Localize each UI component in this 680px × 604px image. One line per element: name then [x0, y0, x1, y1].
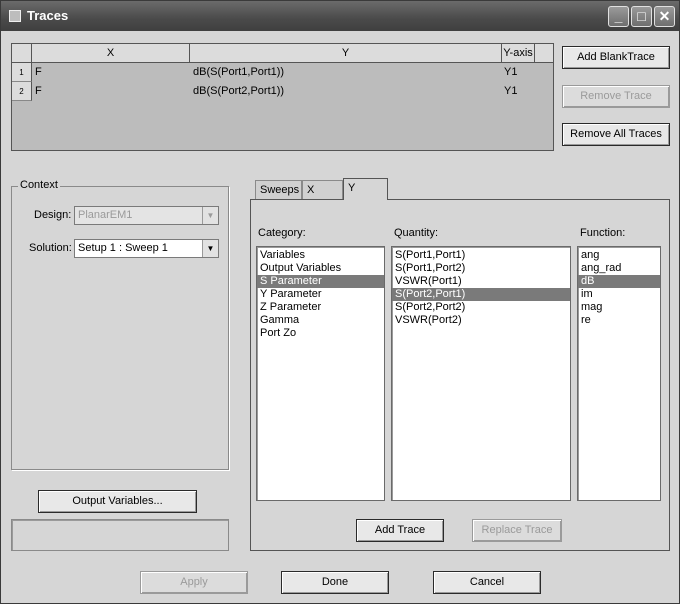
category-label: Category: — [258, 227, 306, 239]
context-group — [11, 186, 229, 470]
row-1-x-cell[interactable]: F — [35, 63, 42, 82]
list-item[interactable]: ang_rad — [578, 262, 660, 275]
status-box — [11, 519, 229, 551]
done-button[interactable]: Done — [281, 571, 389, 594]
tab-x[interactable]: X — [302, 180, 343, 200]
quantity-label: Quantity: — [394, 227, 439, 239]
add-trace-button[interactable]: Add Trace — [356, 519, 444, 542]
list-item[interactable]: ang — [578, 249, 660, 262]
list-item[interactable]: S(Port1,Port2) — [392, 262, 570, 275]
list-item[interactable]: im — [578, 288, 660, 301]
row-2-axis-cell[interactable]: Y1 — [504, 82, 517, 101]
traces-grid[interactable]: X Y Y-axis 1 F dB(S(Port1,Port1)) Y1 2 F… — [11, 43, 554, 151]
window-title: Traces — [27, 8, 69, 23]
design-label: Design: — [34, 209, 72, 221]
list-item[interactable]: VSWR(Port1) — [392, 275, 570, 288]
context-label: Context — [18, 179, 60, 191]
replace-trace-button[interactable]: Replace Trace — [472, 519, 562, 542]
function-list[interactable]: ang ang_rad dB im mag re — [577, 246, 661, 501]
chevron-down-icon[interactable]: ▼ — [202, 207, 218, 224]
close-button[interactable]: ✕ — [654, 6, 675, 27]
traces-dialog: Traces _ □ ✕ X Y Y-axis 1 F dB(S(Port1,P… — [0, 0, 680, 604]
design-value: PlanarEM1 — [78, 209, 133, 221]
row-1-axis-cell[interactable]: Y1 — [504, 63, 517, 82]
title-bar[interactable]: Traces _ □ ✕ — [1, 1, 679, 31]
list-item[interactable]: Gamma — [257, 314, 384, 327]
apply-button[interactable]: Apply — [140, 571, 248, 594]
list-item[interactable]: Output Variables — [257, 262, 384, 275]
column-header-yaxis[interactable]: Y-axis — [502, 44, 535, 63]
minimize-button[interactable]: _ — [608, 6, 629, 27]
category-list[interactable]: Variables Output Variables S Parameter Y… — [256, 246, 385, 501]
quantity-list[interactable]: S(Port1,Port1) S(Port1,Port2) VSWR(Port1… — [391, 246, 571, 501]
list-item[interactable]: Z Parameter — [257, 301, 384, 314]
design-dropdown[interactable]: PlanarEM1 ▼ — [74, 206, 219, 225]
list-item[interactable]: re — [578, 314, 660, 327]
list-item[interactable]: Port Zo — [257, 327, 384, 340]
remove-trace-button[interactable]: Remove Trace — [562, 85, 670, 108]
list-item[interactable]: S(Port1,Port1) — [392, 249, 570, 262]
solution-value: Setup 1 : Sweep 1 — [78, 242, 168, 254]
maximize-button[interactable]: □ — [631, 6, 652, 27]
solution-label: Solution: — [29, 242, 72, 254]
list-item[interactable]: mag — [578, 301, 660, 314]
row-header[interactable]: 1 — [12, 63, 32, 82]
solution-dropdown[interactable]: Setup 1 : Sweep 1 ▼ — [74, 239, 219, 258]
remove-all-traces-button[interactable]: Remove All Traces — [562, 123, 670, 146]
column-header-filler — [535, 44, 553, 63]
chevron-down-icon[interactable]: ▼ — [202, 240, 218, 257]
app-icon — [9, 10, 21, 22]
tab-y[interactable]: Y — [343, 178, 388, 200]
list-item-selected[interactable]: S Parameter — [257, 275, 384, 288]
row-header[interactable]: 2 — [12, 82, 32, 101]
cancel-button[interactable]: Cancel — [433, 571, 541, 594]
list-item[interactable]: Variables — [257, 249, 384, 262]
function-label: Function: — [580, 227, 626, 239]
output-variables-button[interactable]: Output Variables... — [38, 490, 197, 513]
list-item-selected[interactable]: S(Port2,Port1) — [392, 288, 570, 301]
column-header-y[interactable]: Y — [190, 44, 502, 63]
list-item-selected[interactable]: dB — [578, 275, 660, 288]
row-2-y-cell[interactable]: dB(S(Port2,Port1)) — [193, 82, 284, 101]
row-1-y-cell[interactable]: dB(S(Port1,Port1)) — [193, 63, 284, 82]
grid-corner — [12, 44, 32, 63]
add-blank-trace-button[interactable]: Add BlankTrace — [562, 46, 670, 69]
list-item[interactable]: S(Port2,Port2) — [392, 301, 570, 314]
list-item[interactable]: VSWR(Port2) — [392, 314, 570, 327]
row-2-x-cell[interactable]: F — [35, 82, 42, 101]
list-item[interactable]: Y Parameter — [257, 288, 384, 301]
column-header-x[interactable]: X — [32, 44, 190, 63]
tab-sweeps[interactable]: Sweeps — [255, 180, 302, 200]
